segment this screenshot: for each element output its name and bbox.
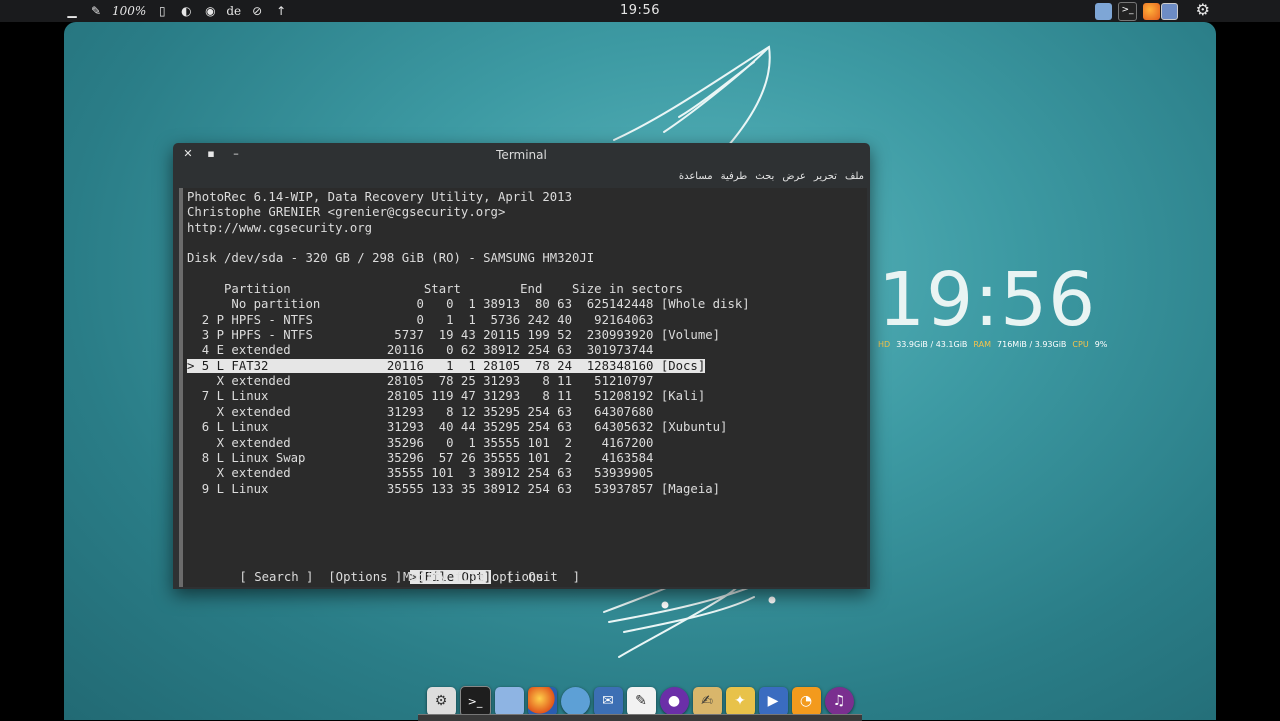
widget-clock-time: 19:56 [878,257,1097,343]
terminal-line-text: X extended 35555 101 3 38912 254 63 5393… [187,466,654,481]
workspace-switcher-icon[interactable] [1161,3,1178,20]
cpu-value: 9% [1094,340,1108,349]
terminal-menubar: ملف تحرير عرض بحث طرفية مساعدة [679,171,864,182]
terminal-line-text: X extended 31293 8 12 35295 254 63 64307… [187,404,654,419]
conky-clock-widget: 19:56 HD 33.9GiB / 43.1GiB RAM 716MiB / … [878,262,1107,349]
terminal-line: Disk /dev/sda - 320 GB / 298 GiB (RO) - … [187,251,750,266]
terminal-line-text: Partition Start End Size in sectors [187,282,684,297]
text-editor-dock-icon[interactable]: ✎ [626,686,656,716]
terminal-line[interactable]: 2 P HPFS - NTFS 0 1 1 5736 242 40 921640… [187,313,750,328]
terminal-line-text: Disk /dev/sda - 320 GB / 298 GiB (RO) - … [187,251,595,266]
terminal-line-text: 9 L Linux 35555 133 35 38912 254 63 5393… [187,481,721,496]
top-panel: ▁ ✎ 100% ▯ ◐ ◉ de ⊘ ↑ 19:56 >_ ⚙ [0,0,1280,22]
terminal-titlebar[interactable]: ✕ ▪ – Terminal [173,143,870,167]
options-option[interactable]: [Options ] [328,570,402,584]
menu-file[interactable]: ملف [845,171,864,182]
terminal-output[interactable]: PhotoRec 6.14-WIP, Data Recovery Utility… [179,188,867,587]
terminal-line-text: No partition 0 0 1 38913 80 63 625142448… [187,297,750,312]
terminal-line[interactable]: X extended 35555 101 3 38912 254 63 5393… [187,466,750,481]
panel-tray: >_ [1095,2,1160,21]
firefox-dock-icon[interactable] [527,686,557,716]
terminal-line-text: 7 L Linux 28105 119 47 31293 8 11 512081… [187,389,706,404]
terminal-line[interactable]: No partition 0 0 1 38913 80 63 625142448… [187,297,750,312]
notes-dock-icon[interactable]: ✍ [692,686,722,716]
terminal-line[interactable]: X extended 28105 78 25 31293 8 11 512107… [187,374,750,389]
files-tray-icon[interactable] [1095,3,1112,20]
window-title: Terminal [496,148,547,162]
mail-dock-icon[interactable]: ✉ [593,686,623,716]
terminal-line-text: 6 L Linux 31293 40 44 35295 254 63 64305… [187,420,728,435]
terminal-line-text: 3 P HPFS - NTFS 5737 19 43 20115 199 52 … [187,328,721,343]
terminal-line-text: X extended 35296 0 1 35555 101 2 4167200 [187,435,654,450]
image-editor-dock-icon[interactable]: ✦ [725,686,755,716]
media-player-dock-icon[interactable]: ● [659,686,689,716]
browser-dock-icon[interactable] [560,686,590,716]
ram-value: 716MiB / 3.93GiB [997,340,1067,349]
option-hint: Modify file options [403,570,544,584]
video-editor-dock-icon[interactable]: ▶ [758,686,788,716]
ram-label: RAM [973,340,992,349]
terminal-line: Partition Start End Size in sectors [187,282,750,297]
terminal-line-text: > 5 L FAT32 20116 1 1 28105 78 24 128348… [187,358,706,373]
music-dock-icon[interactable]: ♫ [824,686,854,716]
terminal-line[interactable]: X extended 31293 8 12 35295 254 63 64307… [187,405,750,420]
hd-value: 33.9GiB / 43.1GiB [896,340,968,349]
terminal-dock-icon[interactable]: >_ [459,685,491,717]
terminal-line-text: 2 P HPFS - NTFS 0 1 1 5736 242 40 921640… [187,312,654,327]
terminal-line-text: 4 E extended 20116 0 62 38912 254 63 301… [187,343,654,358]
terminal-line-text: 8 L Linux Swap 35296 57 26 35555 101 2 4… [187,450,654,465]
terminal-line[interactable]: 3 P HPFS - NTFS 5737 19 43 20115 199 52 … [187,328,750,343]
terminal-line-text: X extended 28105 78 25 31293 8 11 512107… [187,374,654,389]
terminal-line: Christophe GRENIER <grenier@cgsecurity.o… [187,205,750,220]
terminal-line-text: Christophe GRENIER <grenier@cgsecurity.o… [187,205,506,220]
terminal-line: PhotoRec 6.14-WIP, Data Recovery Utility… [187,190,750,205]
files-dock-icon[interactable] [494,686,524,716]
terminal-tray-icon[interactable]: >_ [1118,2,1137,21]
terminal-line[interactable]: 8 L Linux Swap 35296 57 26 35555 101 2 4… [187,451,750,466]
terminal-line[interactable]: 4 E extended 20116 0 62 38912 254 63 301… [187,343,750,358]
selected-partition-row[interactable]: > 5 L FAT32 20116 1 1 28105 78 24 128348… [187,358,750,374]
settings-gear-icon[interactable]: ⚙ [1196,0,1210,19]
menu-help[interactable]: مساعدة [679,171,713,182]
menu-view[interactable]: عرض [782,171,806,182]
hd-label: HD [878,340,891,349]
terminal-lines: PhotoRec 6.14-WIP, Data Recovery Utility… [187,190,750,497]
terminal-line[interactable]: X extended 35296 0 1 35555 101 2 4167200 [187,436,750,451]
menu-edit[interactable]: تحرير [814,171,837,182]
terminal-line-text: PhotoRec 6.14-WIP, Data Recovery Utility… [187,190,572,204]
terminal-line[interactable]: 7 L Linux 28105 119 47 31293 8 11 512081… [187,389,750,404]
menu-search[interactable]: بحث [755,171,774,182]
cpu-label: CPU [1072,340,1089,349]
menu-terminal[interactable]: طرفية [721,171,748,182]
terminal-line-text: http://www.cgsecurity.org [187,220,373,235]
panel-clock[interactable]: 19:56 [0,3,1280,18]
system-tools-dock-icon[interactable]: ⚙ [426,686,456,716]
firefox-tray-icon[interactable] [1143,3,1160,20]
terminal-line: http://www.cgsecurity.org [187,221,750,236]
rss-dock-icon[interactable]: ◔ [791,686,821,716]
terminal-line[interactable]: 9 L Linux 35555 133 35 38912 254 63 5393… [187,482,750,497]
terminal-line[interactable]: 6 L Linux 31293 40 44 35295 254 63 64305… [187,420,750,435]
terminal-window[interactable]: ✕ ▪ – Terminal ملف تحرير عرض بحث طرفية م… [173,143,870,589]
search-option[interactable]: [ Search ] [239,570,313,584]
